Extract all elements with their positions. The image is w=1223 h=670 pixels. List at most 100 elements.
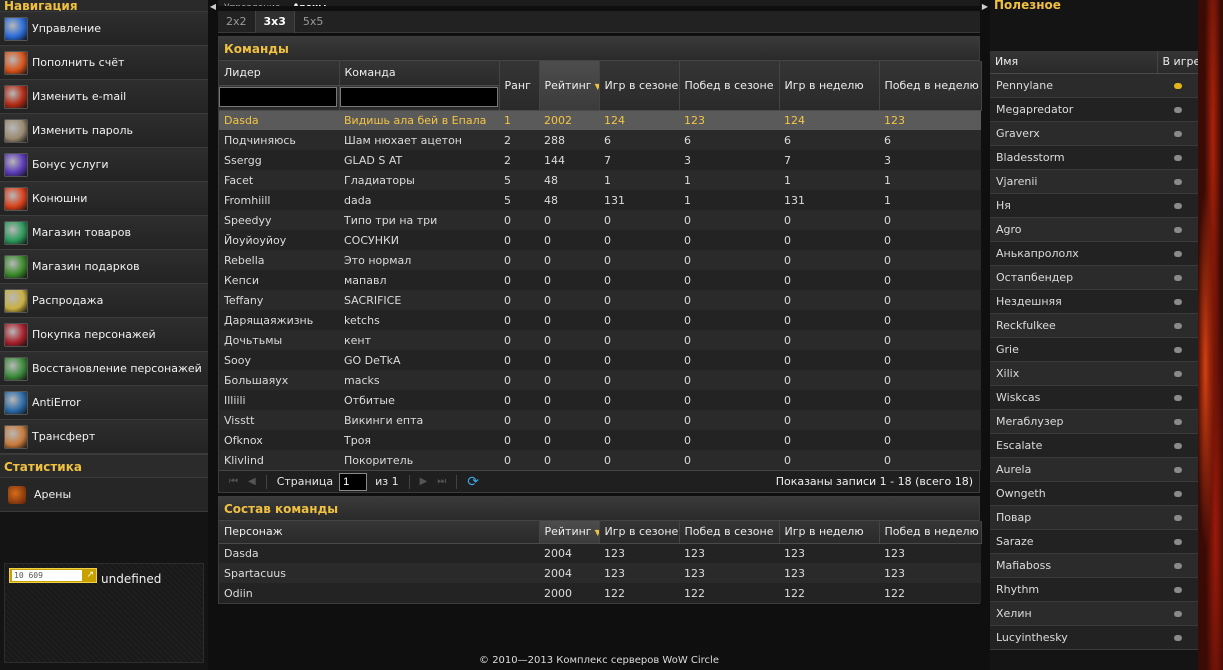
table-row[interactable]: Ssergg GLAD S AT 2 144 7 3 7 3 <box>219 150 981 170</box>
table-row[interactable]: Facet Гладиаторы 5 48 1 1 1 1 <box>219 170 981 190</box>
table-row[interactable]: Spartacuus 2004 123 123 123 123 <box>219 563 981 583</box>
table-row[interactable]: Дарящаяжизнь ketchs 0 0 0 0 0 0 <box>219 310 981 330</box>
page-number-input[interactable] <box>339 472 368 491</box>
list-item[interactable]: Rhythm <box>990 577 1198 602</box>
table-row[interactable]: Подчиняюсь Шам нюхает ацетон 2 288 6 6 6 6 <box>219 130 981 150</box>
table-row[interactable]: Visstt Викинги епта 0 0 0 0 0 0 <box>219 410 981 430</box>
list-item[interactable]: Хелин <box>990 601 1198 626</box>
next-page-icon[interactable]: ▶ <box>420 476 428 487</box>
collapse-left-icon[interactable]: ◀ <box>209 0 217 22</box>
stats-item-arenas[interactable]: Арены <box>0 478 208 512</box>
collapse-right-icon[interactable]: ▶ <box>981 0 989 22</box>
table-row[interactable]: Кепси мапавл 0 0 0 0 0 0 <box>219 270 981 290</box>
table-row[interactable]: Sooy GO DeTkA 0 0 0 0 0 0 <box>219 350 981 370</box>
bonus-icon <box>4 152 28 177</box>
list-item[interactable]: Wiskcas <box>990 385 1198 410</box>
col-season-wins[interactable]: Побед в сезоне <box>679 61 780 111</box>
nav-item[interactable]: Пополнить счёт <box>0 46 208 80</box>
nav-item[interactable]: Распродажа <box>0 284 208 318</box>
list-item[interactable]: Mafiaboss <box>990 553 1198 578</box>
nav-item[interactable]: Изменить e-mail <box>0 80 208 114</box>
col-rank[interactable]: Ранг <box>499 61 540 111</box>
col-week-wins[interactable]: Побед в неделю <box>879 61 982 111</box>
list-item[interactable]: Megapredator <box>990 97 1198 122</box>
nav-item[interactable]: Покупка персонажей <box>0 318 208 352</box>
visit-counter[interactable]: 10 609 ↗ <box>9 568 97 583</box>
bracket-tab[interactable]: 5x5 <box>295 11 332 33</box>
team-filter-input[interactable] <box>339 87 498 107</box>
list-item[interactable]: Grie <box>990 337 1198 362</box>
col-name[interactable]: Имя <box>990 51 1158 74</box>
list-item[interactable]: Меrаблузер <box>990 409 1198 434</box>
list-item[interactable]: Graverx <box>990 121 1198 146</box>
list-item[interactable]: Reckfulkee <box>990 313 1198 338</box>
sidebar: Навигация Управление Пополнить счёт Измени… <box>0 0 208 670</box>
nav-item[interactable]: Бонус услуги <box>0 148 208 182</box>
list-item[interactable]: Xilix <box>990 361 1198 386</box>
prev-page-icon[interactable]: ◀ <box>248 476 256 487</box>
col-in-game[interactable]: В игре <box>1157 51 1199 74</box>
list-item[interactable]: Нездешняя <box>990 289 1198 314</box>
table-cell: 0 <box>879 210 981 230</box>
table-row[interactable]: Illiili Отбитые 0 0 0 0 0 0 <box>219 390 981 410</box>
table-row[interactable]: Speedyy Типо три на три 0 0 0 0 0 0 <box>219 210 981 230</box>
list-item[interactable]: Остапбендер <box>990 265 1198 290</box>
col-season-games[interactable]: Игр в сезоне <box>599 521 680 544</box>
table-cell: Visstt <box>219 410 339 430</box>
col-week-games[interactable]: Игр в неделю <box>779 521 880 544</box>
leader-filter-input[interactable] <box>219 87 337 107</box>
col-rating[interactable]: Рейтинг▼ <box>539 521 600 544</box>
col-team[interactable]: Команда <box>339 61 500 86</box>
nav-item[interactable]: Магазин товаров <box>0 216 208 250</box>
col-week-games[interactable]: Игр в неделю <box>779 61 880 111</box>
col-leader[interactable]: Лидер <box>219 61 340 86</box>
table-row[interactable]: Klivlind Покоритель 0 0 0 0 0 0 <box>219 450 981 470</box>
nav-item[interactable]: Восстановление персонажей <box>0 352 208 386</box>
roster-panel: Состав команды Персонаж Рейтинг▼ Игр в с… <box>218 496 982 604</box>
list-item[interactable]: Lucyinthesky <box>990 625 1198 650</box>
table-row[interactable]: Большаяух macks 0 0 0 0 0 0 <box>219 370 981 390</box>
list-item[interactable]: Ня <box>990 193 1198 218</box>
table-row[interactable]: Fromhiill dada 5 48 131 1 131 1 <box>219 190 981 210</box>
bracket-tab[interactable]: 2x2 <box>218 11 255 33</box>
nav-item[interactable]: Управление <box>0 12 208 46</box>
nav-item[interactable]: AntiError <box>0 386 208 420</box>
list-item[interactable]: Pennylane <box>990 73 1198 98</box>
nav-item[interactable]: Трансферт <box>0 420 208 454</box>
table-row[interactable]: Dasda Видишь ала бей в Епала 1 2002 124 123 12… <box>219 110 981 130</box>
table-row[interactable]: Rebella Это нормал 0 0 0 0 0 0 <box>219 250 981 270</box>
table-row[interactable]: Дочьтьмы кент 0 0 0 0 0 0 <box>219 330 981 350</box>
nav-item[interactable]: Конюшни <box>0 182 208 216</box>
nav-item[interactable]: Магазин подарков <box>0 250 208 284</box>
list-item[interactable]: Bladesstorm <box>990 145 1198 170</box>
table-row[interactable]: Odiin 2000 122 122 122 122 <box>219 583 981 603</box>
col-week-wins[interactable]: Побед в неделю <box>879 521 982 544</box>
list-item[interactable]: Анькапрололх <box>990 241 1198 266</box>
first-page-icon[interactable]: ⏮ <box>229 476 238 487</box>
list-item[interactable]: Повар <box>990 505 1198 530</box>
refresh-icon[interactable]: ⟳ <box>467 474 479 490</box>
list-item[interactable]: Escalate <box>990 433 1198 458</box>
nav-item[interactable]: Изменить пароль <box>0 114 208 148</box>
col-character[interactable]: Персонаж <box>219 521 540 544</box>
table-cell: 0 <box>539 330 599 350</box>
col-rating-label: Рейтинг <box>544 525 592 539</box>
table-row[interactable]: Ofknox Троя 0 0 0 0 0 0 <box>219 430 981 450</box>
player-name: Pennylane <box>990 73 1157 98</box>
col-season-wins[interactable]: Побед в сезоне <box>679 521 780 544</box>
list-item[interactable]: Vjarenii <box>990 169 1198 194</box>
last-page-icon[interactable]: ⏭ <box>437 476 446 487</box>
table-row[interactable]: Йоуйоуйоу СОСУНКИ 0 0 0 0 0 0 <box>219 230 981 250</box>
table-cell: 0 <box>599 290 679 310</box>
table-row[interactable]: Dasda 2004 123 123 123 123 <box>219 543 981 563</box>
list-item[interactable]: Saraze <box>990 529 1198 554</box>
col-season-games[interactable]: Игр в сезоне <box>599 61 680 111</box>
list-item[interactable]: Owngeth <box>990 481 1198 506</box>
col-rating[interactable]: Рейтинг▼ <box>539 61 600 111</box>
player-name: Wiskcas <box>990 385 1157 410</box>
bracket-tab[interactable]: 3x3 <box>254 11 295 33</box>
table-cell: Подчиняюсь <box>219 130 339 150</box>
table-row[interactable]: Teffany SACRIFICE 0 0 0 0 0 0 <box>219 290 981 310</box>
list-item[interactable]: Aurela <box>990 457 1198 482</box>
list-item[interactable]: Agro <box>990 217 1198 242</box>
